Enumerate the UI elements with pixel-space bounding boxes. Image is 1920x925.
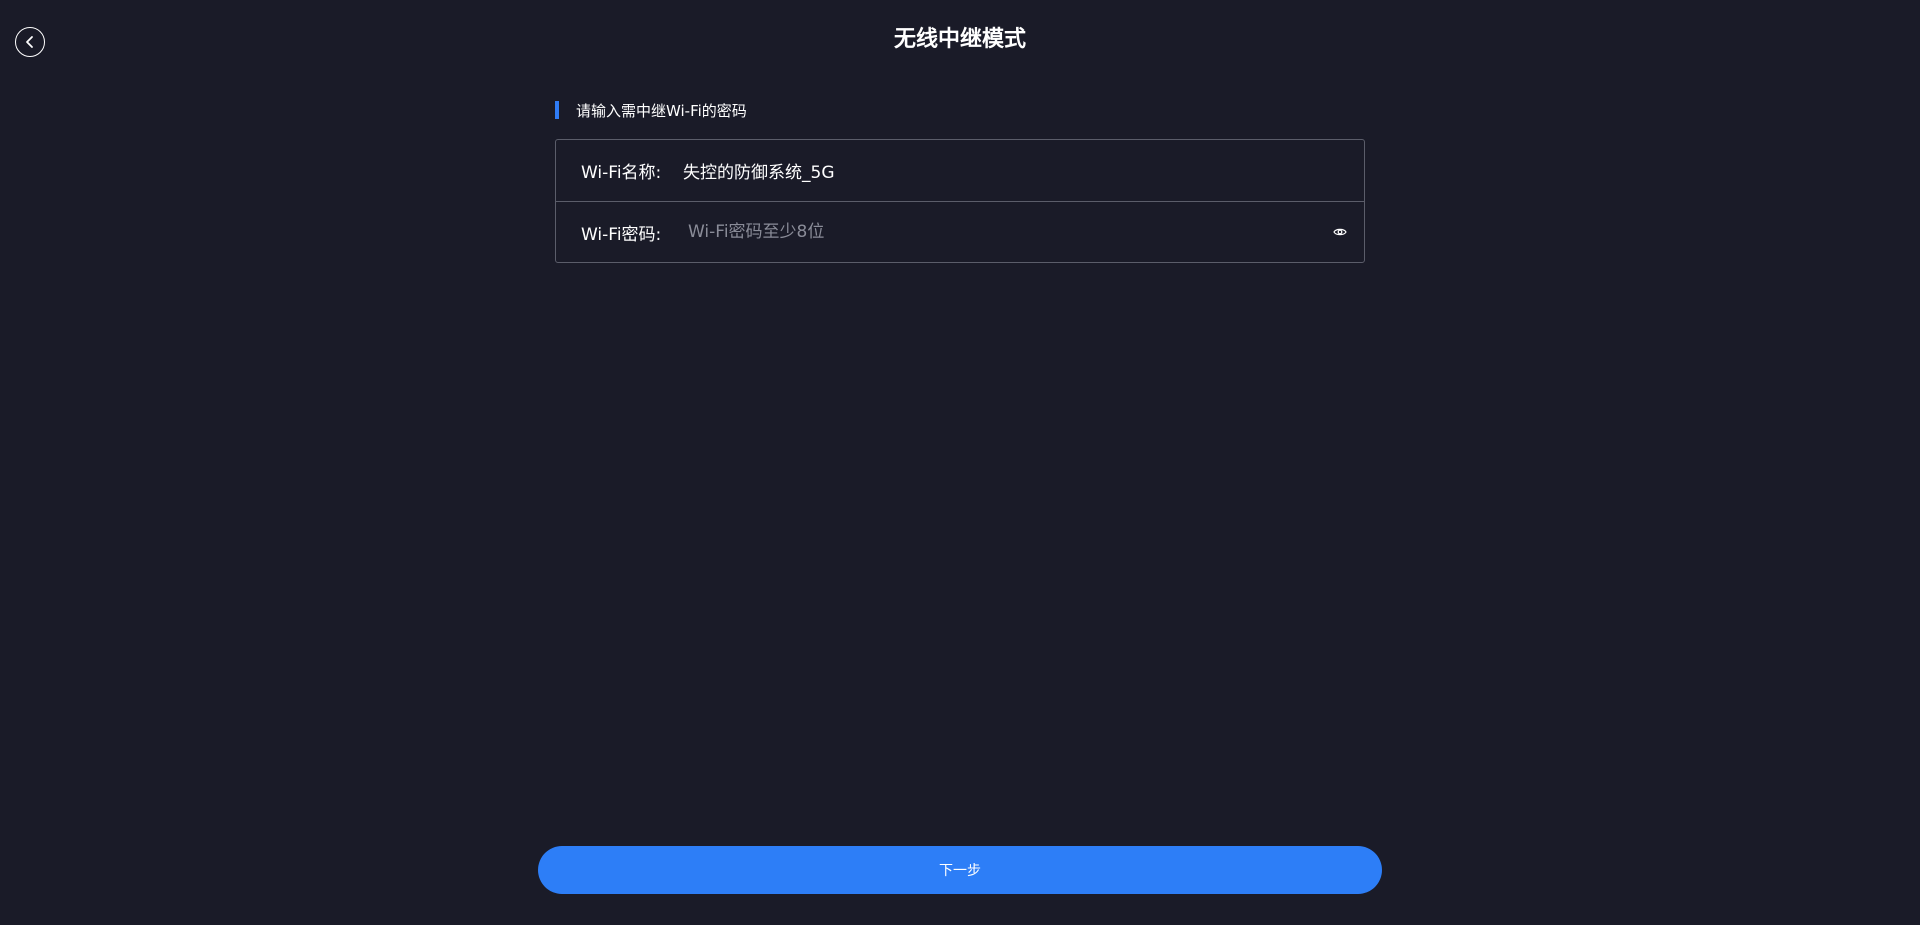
wireless-repeater-page: 无线中继模式 请输入需中继Wi-Fi的密码 Wi-Fi名称: 失控的防御系统_5… [0,0,1920,925]
wifi-password-label: Wi-Fi密码: [581,224,662,245]
next-button[interactable]: 下一步 [538,846,1382,894]
wifi-name-value: 失控的防御系统_5G [683,163,835,183]
section-label-text: 请输入需中继Wi-Fi的密码 [576,101,747,120]
section-accent-bar [555,101,559,119]
eye-icon[interactable] [1332,226,1348,238]
wifi-password-row: Wi-Fi密码: [556,201,1364,262]
wifi-password-input[interactable] [683,212,1303,252]
wifi-form: Wi-Fi名称: 失控的防御系统_5G Wi-Fi密码: [555,139,1365,263]
wifi-password-section: 请输入需中继Wi-Fi的密码 Wi-Fi名称: 失控的防御系统_5G Wi-Fi… [555,100,1365,263]
wifi-name-row: Wi-Fi名称: 失控的防御系统_5G [556,140,1364,201]
section-label: 请输入需中继Wi-Fi的密码 [555,100,1365,120]
page-title: 无线中继模式 [893,27,1026,52]
wifi-name-label: Wi-Fi名称: [581,163,662,183]
